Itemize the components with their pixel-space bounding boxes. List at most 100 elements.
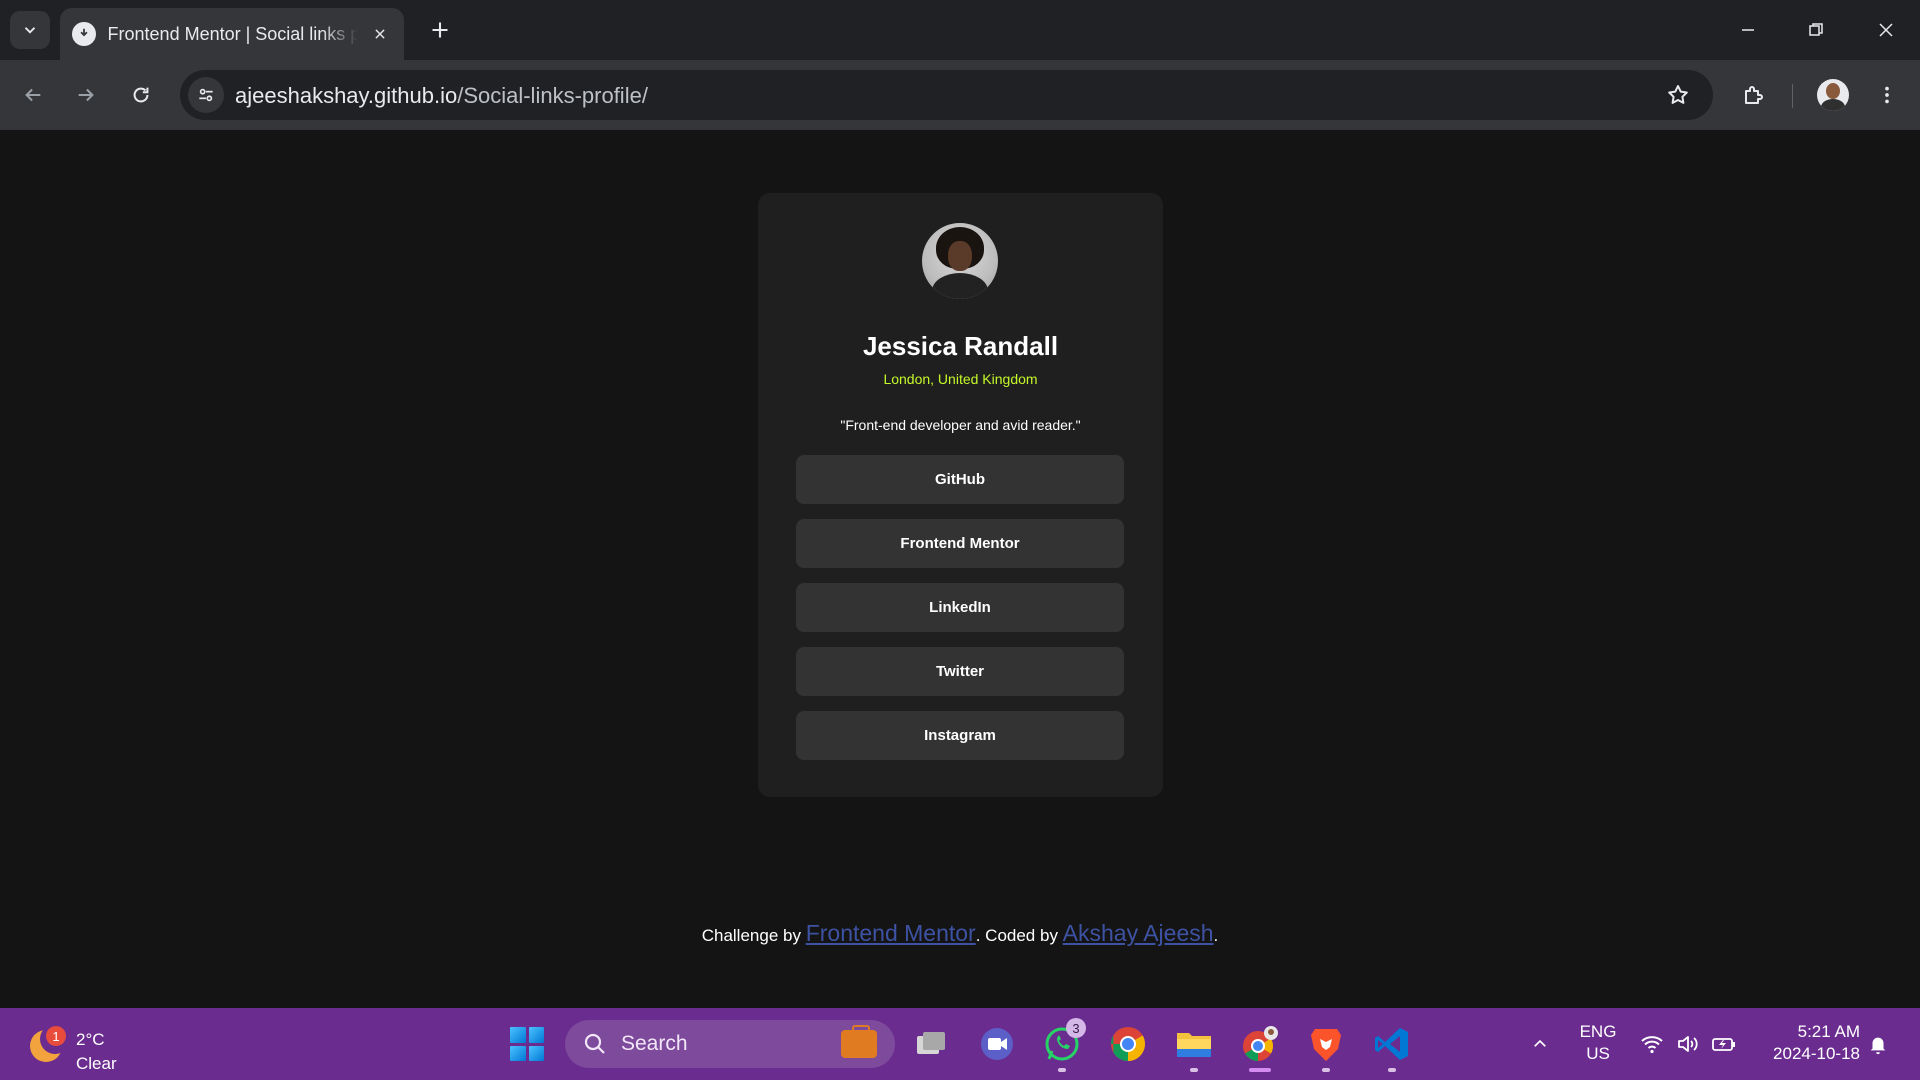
weather-condition: Clear bbox=[76, 1054, 117, 1073]
whatsapp-badge: 3 bbox=[1066, 1018, 1086, 1038]
minimize-button[interactable] bbox=[1724, 10, 1772, 50]
tune-icon bbox=[199, 88, 213, 102]
active-indicator bbox=[1249, 1068, 1271, 1072]
chrome-button[interactable] bbox=[1106, 1022, 1150, 1066]
task-view-icon bbox=[917, 1032, 945, 1054]
region-code: US bbox=[1586, 1044, 1610, 1063]
footer-suffix: . bbox=[1213, 926, 1219, 945]
profile-location: London, United Kingdom bbox=[883, 371, 1038, 387]
chrome-active-button[interactable] bbox=[1238, 1022, 1282, 1072]
running-indicator bbox=[1058, 1068, 1066, 1072]
profile-bio: "Front-end developer and avid reader." bbox=[840, 417, 1081, 433]
url-path: /Social-links-profile/ bbox=[457, 83, 648, 108]
chevron-up-icon bbox=[1534, 1039, 1546, 1047]
vscode-icon bbox=[1375, 1028, 1408, 1060]
teams-meet-button[interactable] bbox=[975, 1022, 1019, 1066]
clock-date: 2024-10-18 bbox=[1773, 1044, 1860, 1063]
weather-badge: 1 bbox=[46, 1026, 66, 1046]
task-view-button[interactable] bbox=[909, 1022, 953, 1066]
browser-tab-strip: Frontend Mentor | Social links profile bbox=[0, 0, 1920, 60]
browser-tab[interactable]: Frontend Mentor | Social links profile bbox=[60, 8, 404, 60]
search-icon bbox=[584, 1033, 605, 1054]
volume-button[interactable] bbox=[1674, 1030, 1702, 1058]
show-hidden-icons-button[interactable] bbox=[1526, 1030, 1554, 1058]
close-icon bbox=[1879, 23, 1893, 37]
chrome-profile-icon bbox=[1243, 1026, 1278, 1061]
favicon-icon bbox=[72, 22, 96, 46]
github-link-button[interactable]: GitHub bbox=[796, 455, 1124, 504]
minimize-icon bbox=[1742, 29, 1754, 31]
close-window-button[interactable] bbox=[1862, 10, 1910, 50]
social-links-list: GitHub Frontend Mentor LinkedIn Twitter … bbox=[796, 455, 1124, 775]
profile-card: Jessica Randall London, United Kingdom "… bbox=[758, 193, 1163, 797]
more-vert-icon bbox=[1885, 86, 1889, 104]
attribution-footer: Challenge by Frontend Mentor. Coded by A… bbox=[0, 920, 1920, 947]
windows-taskbar: 1 2°C Clear Search 3 ENG US 5:21 AM 2024… bbox=[0, 1008, 1920, 1080]
footer-middle: . Coded by bbox=[975, 926, 1063, 945]
forward-button[interactable] bbox=[67, 76, 105, 114]
back-button[interactable] bbox=[14, 76, 52, 114]
battery-button[interactable] bbox=[1710, 1030, 1738, 1058]
file-explorer-button[interactable] bbox=[1172, 1022, 1216, 1072]
language-code: ENG bbox=[1579, 1022, 1617, 1041]
close-tab-icon[interactable] bbox=[368, 22, 392, 46]
wifi-button[interactable] bbox=[1638, 1030, 1666, 1058]
windows-logo-icon bbox=[510, 1027, 544, 1061]
running-indicator bbox=[1388, 1068, 1396, 1072]
arrow-right-icon bbox=[78, 88, 94, 102]
page-viewport: Jessica Randall London, United Kingdom "… bbox=[0, 130, 1920, 1008]
arrow-left-icon bbox=[25, 88, 41, 102]
brave-button[interactable] bbox=[1304, 1022, 1348, 1072]
profile-button[interactable] bbox=[1814, 76, 1852, 114]
star-icon bbox=[1668, 85, 1688, 104]
weather-widget[interactable]: 1 2°C Clear bbox=[28, 1018, 138, 1073]
site-info-button[interactable] bbox=[188, 77, 224, 113]
start-button[interactable] bbox=[505, 1022, 549, 1066]
brave-lion-icon bbox=[1311, 1029, 1341, 1061]
tab-title: Frontend Mentor | Social links profile bbox=[107, 23, 359, 44]
chevron-down-icon bbox=[24, 27, 36, 34]
frontend-mentor-link[interactable]: Frontend Mentor bbox=[806, 920, 976, 946]
clock[interactable]: 5:21 AM 2024-10-18 bbox=[1758, 1022, 1860, 1064]
briefcase-icon bbox=[841, 1025, 877, 1058]
folder-icon bbox=[1177, 1033, 1211, 1057]
restore-button[interactable] bbox=[1792, 10, 1840, 50]
video-camera-icon bbox=[981, 1028, 1013, 1060]
puzzle-icon bbox=[1745, 86, 1763, 104]
running-indicator bbox=[1190, 1068, 1198, 1072]
taskbar-search[interactable]: Search bbox=[565, 1020, 895, 1068]
url-host: ajeeshakshay.github.io bbox=[235, 83, 458, 108]
vscode-button[interactable] bbox=[1370, 1022, 1414, 1072]
extensions-button[interactable] bbox=[1734, 76, 1772, 114]
linkedin-link-button[interactable]: LinkedIn bbox=[796, 583, 1124, 632]
browser-menu-button[interactable] bbox=[1868, 76, 1906, 114]
reload-icon bbox=[133, 87, 149, 103]
address-bar[interactable]: ajeeshakshay.github.io/Social-links-prof… bbox=[180, 70, 1713, 120]
wifi-icon bbox=[1641, 1036, 1663, 1054]
running-indicator bbox=[1322, 1068, 1330, 1072]
whatsapp-button[interactable]: 3 bbox=[1040, 1018, 1086, 1072]
chrome-icon bbox=[1111, 1027, 1145, 1061]
url-text: ajeeshakshay.github.io/Social-links-prof… bbox=[235, 83, 648, 109]
tab-search-button[interactable] bbox=[10, 11, 50, 49]
profile-avatar bbox=[1817, 79, 1849, 111]
bookmark-star-button[interactable] bbox=[1665, 82, 1691, 108]
browser-toolbar: ajeeshakshay.github.io/Social-links-prof… bbox=[0, 60, 1920, 130]
clock-time: 5:21 AM bbox=[1797, 1022, 1860, 1041]
profile-avatar-image bbox=[922, 223, 998, 299]
footer-prefix: Challenge by bbox=[701, 926, 806, 945]
restore-icon bbox=[1809, 23, 1823, 36]
instagram-link-button[interactable]: Instagram bbox=[796, 711, 1124, 760]
author-link[interactable]: Akshay Ajeesh bbox=[1063, 920, 1214, 946]
language-indicator[interactable]: ENG US bbox=[1572, 1022, 1624, 1064]
twitter-link-button[interactable]: Twitter bbox=[796, 647, 1124, 696]
plus-icon bbox=[432, 22, 448, 38]
new-tab-button[interactable] bbox=[424, 14, 456, 46]
volume-icon bbox=[1678, 1036, 1698, 1052]
notifications-button[interactable] bbox=[1864, 1030, 1892, 1058]
weather-temperature: 2°C bbox=[76, 1030, 105, 1049]
reload-button[interactable] bbox=[122, 76, 160, 114]
profile-name: Jessica Randall bbox=[862, 331, 1059, 361]
frontend-mentor-link-button[interactable]: Frontend Mentor bbox=[796, 519, 1124, 568]
search-label: Search bbox=[621, 1032, 688, 1055]
